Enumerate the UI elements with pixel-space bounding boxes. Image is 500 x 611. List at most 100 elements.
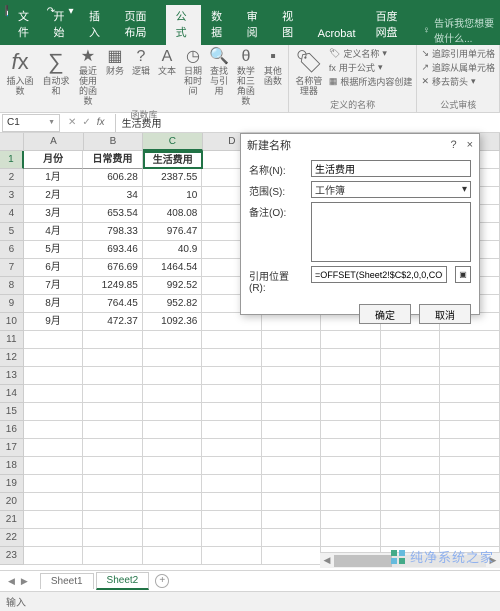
use-in-formula-button[interactable]: fx用于公式 ▾: [329, 61, 413, 74]
cell-E23[interactable]: [262, 547, 322, 565]
cell-B20[interactable]: [83, 493, 143, 511]
cell-C8[interactable]: 992.52: [143, 277, 203, 295]
cell-C17[interactable]: [143, 439, 203, 457]
cell-E16[interactable]: [262, 421, 322, 439]
cell-G17[interactable]: [381, 439, 441, 457]
cancel-button[interactable]: 取消: [419, 304, 471, 324]
cell-A4[interactable]: 3月: [24, 205, 84, 223]
tab-view[interactable]: 视图: [272, 5, 308, 45]
row-header-8[interactable]: 8: [0, 277, 24, 295]
text-button[interactable]: A文本: [156, 47, 178, 78]
row-header-1[interactable]: 1: [0, 151, 24, 169]
tab-layout[interactable]: 页面布局: [115, 5, 166, 45]
cell-C12[interactable]: [143, 349, 203, 367]
column-header-C[interactable]: C: [143, 133, 202, 151]
math-button[interactable]: θ数学和三角函数: [234, 47, 258, 108]
cell-D20[interactable]: [202, 493, 262, 511]
cell-C19[interactable]: [143, 475, 203, 493]
cell-C4[interactable]: 408.08: [143, 205, 203, 223]
cell-C1[interactable]: 生活费用: [143, 151, 203, 169]
cell-E18[interactable]: [262, 457, 322, 475]
cell-A16[interactable]: [24, 421, 84, 439]
row-header-20[interactable]: 20: [0, 493, 24, 511]
cell-C21[interactable]: [143, 511, 203, 529]
cell-H15[interactable]: [440, 403, 500, 421]
trace-dependents-button[interactable]: ↗追踪从属单元格: [421, 61, 495, 74]
cell-F17[interactable]: [321, 439, 381, 457]
cell-H12[interactable]: [440, 349, 500, 367]
row-header-9[interactable]: 9: [0, 295, 24, 313]
cell-F14[interactable]: [321, 385, 381, 403]
cell-B12[interactable]: [83, 349, 143, 367]
cell-A22[interactable]: [24, 529, 84, 547]
cell-C16[interactable]: [143, 421, 203, 439]
refersto-input[interactable]: [311, 266, 447, 283]
cell-G16[interactable]: [381, 421, 441, 439]
cell-C5[interactable]: 976.47: [143, 223, 203, 241]
cell-A18[interactable]: [24, 457, 84, 475]
remove-arrows-button[interactable]: ✕移去箭头 ▾: [421, 75, 495, 88]
formula-bar[interactable]: 生活费用: [115, 114, 500, 132]
name-box[interactable]: C1▼: [2, 114, 60, 132]
cell-B21[interactable]: [83, 511, 143, 529]
cell-B17[interactable]: [83, 439, 143, 457]
cell-B16[interactable]: [83, 421, 143, 439]
cell-E17[interactable]: [262, 439, 322, 457]
insert-function-button[interactable]: fx插入函数: [4, 47, 36, 98]
cell-D11[interactable]: [202, 331, 262, 349]
cell-C6[interactable]: 40.9: [143, 241, 203, 259]
cell-A12[interactable]: [24, 349, 84, 367]
row-header-18[interactable]: 18: [0, 457, 24, 475]
fx-button-icon[interactable]: fx: [97, 117, 105, 128]
cell-B7[interactable]: 676.69: [83, 259, 143, 277]
cell-B4[interactable]: 653.54: [83, 205, 143, 223]
scroll-left-icon[interactable]: ◀: [320, 555, 334, 566]
row-header-10[interactable]: 10: [0, 313, 24, 331]
cell-A10[interactable]: 9月: [24, 313, 84, 331]
cell-B3[interactable]: 34: [83, 187, 143, 205]
cell-D23[interactable]: [202, 547, 262, 565]
column-header-A[interactable]: A: [24, 133, 83, 151]
cell-D22[interactable]: [202, 529, 262, 547]
comment-textarea[interactable]: [311, 202, 471, 262]
dialog-help-icon[interactable]: ?: [450, 139, 456, 151]
row-header-12[interactable]: 12: [0, 349, 24, 367]
cell-A3[interactable]: 2月: [24, 187, 84, 205]
cell-C13[interactable]: [143, 367, 203, 385]
cell-B11[interactable]: [83, 331, 143, 349]
row-header-13[interactable]: 13: [0, 367, 24, 385]
cell-A15[interactable]: [24, 403, 84, 421]
cell-C10[interactable]: 1092.36: [143, 313, 203, 331]
cell-A9[interactable]: 8月: [24, 295, 84, 313]
cell-B1[interactable]: 日常费用: [83, 151, 142, 169]
cancel-entry-icon[interactable]: ✕: [68, 117, 76, 128]
row-header-22[interactable]: 22: [0, 529, 24, 547]
cell-G15[interactable]: [381, 403, 441, 421]
cell-B22[interactable]: [83, 529, 143, 547]
tab-formulas[interactable]: 公式: [166, 5, 202, 45]
cell-A6[interactable]: 5月: [24, 241, 84, 259]
cell-B13[interactable]: [83, 367, 143, 385]
row-header-11[interactable]: 11: [0, 331, 24, 349]
scope-select[interactable]: 工作簿▾: [311, 181, 471, 198]
sheet-tab-sheet1[interactable]: Sheet1: [40, 573, 94, 589]
cell-E12[interactable]: [262, 349, 322, 367]
dialog-close-icon[interactable]: ×: [467, 139, 473, 151]
row-header-5[interactable]: 5: [0, 223, 24, 241]
cell-B19[interactable]: [83, 475, 143, 493]
cell-C3[interactable]: 10: [143, 187, 203, 205]
scroll-thumb[interactable]: [334, 555, 392, 567]
cell-B2[interactable]: 606.28: [83, 169, 143, 187]
cell-E15[interactable]: [262, 403, 322, 421]
cell-A1[interactable]: 月份: [24, 151, 83, 169]
cell-G11[interactable]: [381, 331, 441, 349]
tab-file[interactable]: 文件: [8, 5, 44, 45]
cell-H14[interactable]: [440, 385, 500, 403]
ok-button[interactable]: 确定: [359, 304, 411, 324]
logical-button[interactable]: ?逻辑: [130, 47, 152, 78]
row-header-4[interactable]: 4: [0, 205, 24, 223]
cell-G19[interactable]: [381, 475, 441, 493]
add-sheet-button[interactable]: +: [155, 574, 169, 588]
name-manager-button[interactable]: 🏷名称管理器: [293, 47, 325, 98]
cell-C11[interactable]: [143, 331, 203, 349]
